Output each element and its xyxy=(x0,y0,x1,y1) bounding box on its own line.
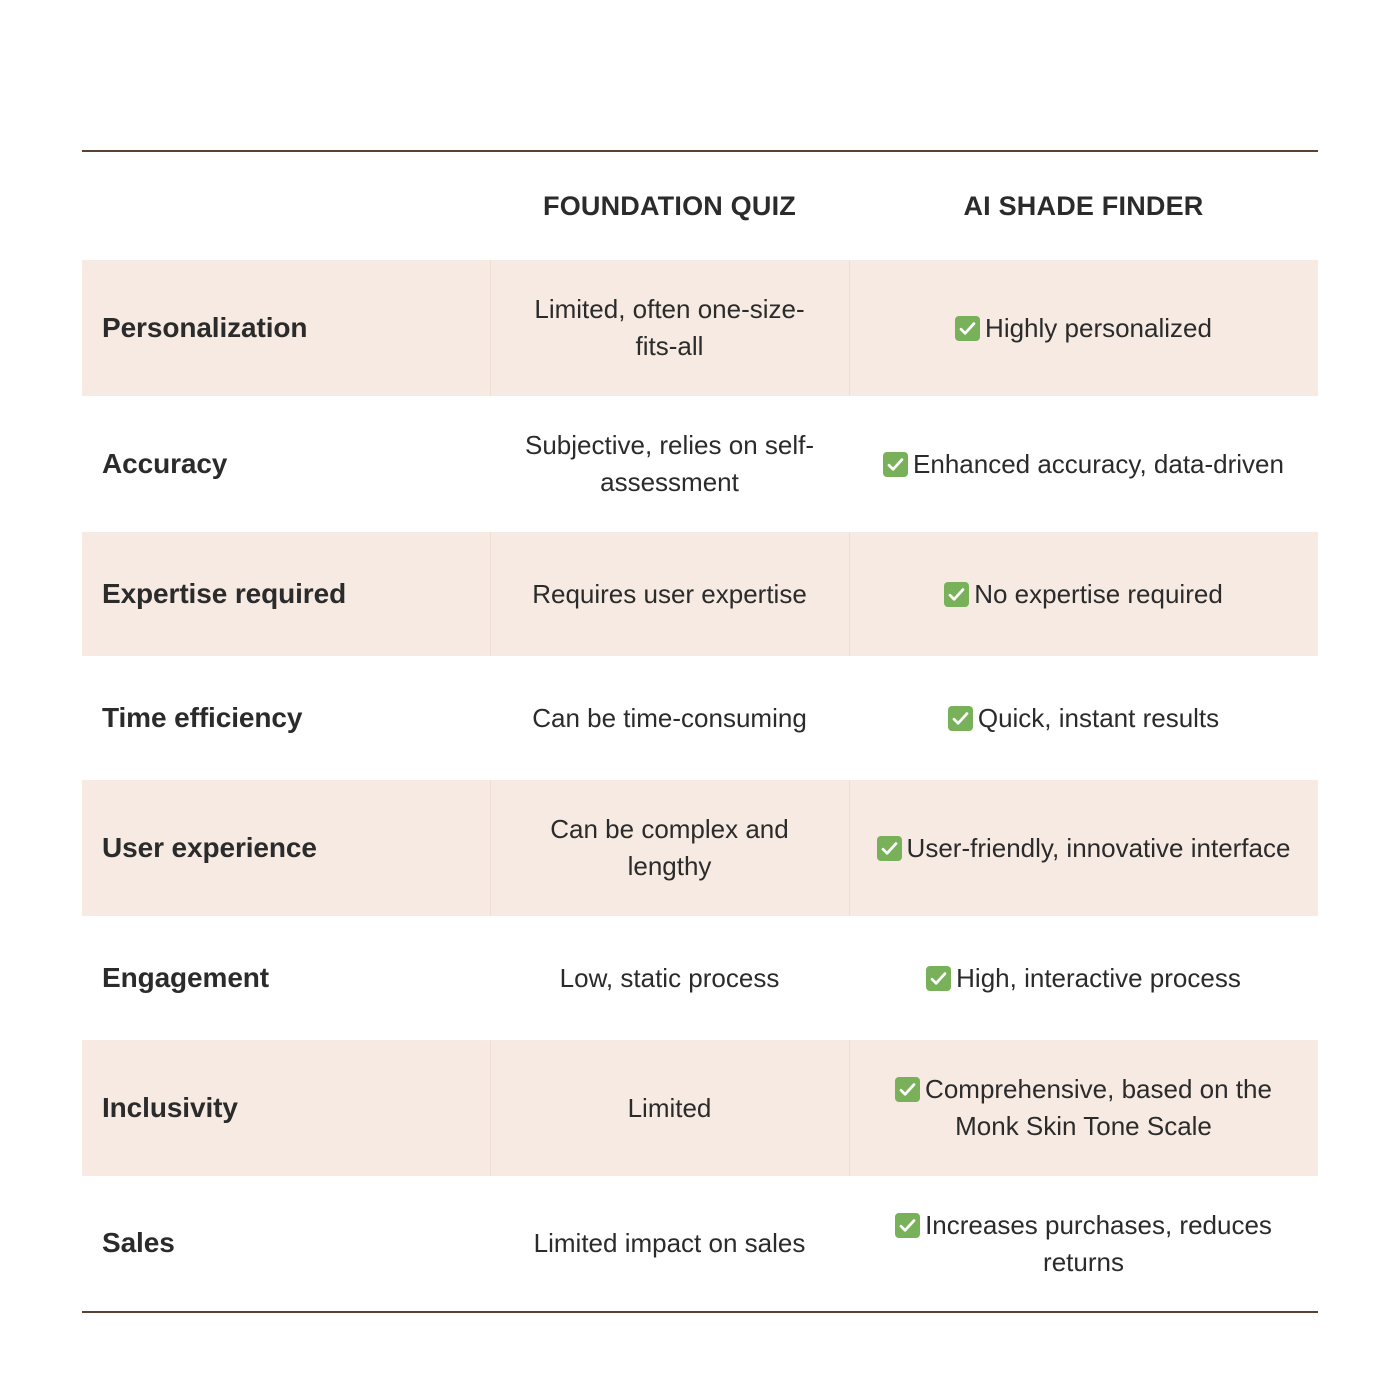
table-row: Time efficiency Can be time-consuming Quic… xyxy=(82,656,1318,780)
ai-value-text: User-friendly, innovative interface xyxy=(906,832,1291,863)
ai-value-text: High, interactive process xyxy=(956,962,1241,993)
check-mark-button-icon xyxy=(955,315,981,341)
ai-shade-finder-value: Highly personalized xyxy=(849,260,1318,396)
table-row: Engagement Low, static process High, inter… xyxy=(82,916,1318,1040)
foundation-quiz-value: Can be complex and lengthy xyxy=(490,780,849,916)
header-row: FOUNDATION QUIZ AI SHADE FINDER xyxy=(82,151,1318,260)
header-ai-shade-finder: AI SHADE FINDER xyxy=(849,151,1318,260)
foundation-quiz-value: Limited impact on sales xyxy=(490,1176,849,1312)
foundation-quiz-value: Limited xyxy=(490,1040,849,1176)
header-feature-column xyxy=(82,151,490,260)
ai-shade-finder-value: Comprehensive, based on the Monk Skin To… xyxy=(849,1040,1318,1176)
check-mark-button-icon xyxy=(926,965,952,991)
foundation-quiz-vs-ai-shade-finder-table: FOUNDATION QUIZ AI SHADE FINDER Personal… xyxy=(82,150,1318,1313)
check-mark-button-icon xyxy=(895,1212,921,1238)
foundation-quiz-value: Low, static process xyxy=(490,916,849,1040)
table-row: Expertise required Requires user expertis… xyxy=(82,532,1318,656)
feature-label: User experience xyxy=(82,780,490,916)
table-row: User experience Can be complex and length… xyxy=(82,780,1318,916)
check-mark-button-icon xyxy=(947,705,973,731)
table-body: Personalization Limited, often one-size-f… xyxy=(82,260,1318,1312)
comparison-table-page: FOUNDATION QUIZ AI SHADE FINDER Personal… xyxy=(0,0,1400,1400)
ai-value-text: Comprehensive, based on the Monk Skin To… xyxy=(925,1074,1272,1141)
ai-shade-finder-value: High, interactive process xyxy=(849,916,1318,1040)
ai-shade-finder-value: Quick, instant results xyxy=(849,656,1318,780)
ai-value-text: Quick, instant results xyxy=(977,702,1220,733)
table-row: Sales Limited impact on sales Increases pu… xyxy=(82,1176,1318,1312)
ai-shade-finder-value: Enhanced accuracy, data-driven xyxy=(849,396,1318,532)
table-row: Personalization Limited, often one-size-f… xyxy=(82,260,1318,396)
feature-label: Time efficiency xyxy=(82,656,490,780)
ai-shade-finder-value: No expertise required xyxy=(849,532,1318,656)
header-foundation-quiz: FOUNDATION QUIZ xyxy=(490,151,849,260)
foundation-quiz-value: Subjective, relies on self-assessment xyxy=(490,396,849,532)
ai-value-text: No expertise required xyxy=(974,578,1223,609)
check-mark-button-icon xyxy=(876,835,902,861)
foundation-quiz-value: Limited, often one-size-fits-all xyxy=(490,260,849,396)
check-mark-button-icon xyxy=(895,1077,921,1103)
feature-label: Engagement xyxy=(82,916,490,1040)
feature-label: Inclusivity xyxy=(82,1040,490,1176)
check-mark-button-icon xyxy=(944,581,970,607)
feature-label: Expertise required xyxy=(82,532,490,656)
feature-label: Personalization xyxy=(82,260,490,396)
ai-value-text: Enhanced accuracy, data-driven xyxy=(913,448,1284,479)
feature-label: Accuracy xyxy=(82,396,490,532)
foundation-quiz-value: Requires user expertise xyxy=(490,532,849,656)
table-container: FOUNDATION QUIZ AI SHADE FINDER Personal… xyxy=(82,150,1318,1313)
table-header: FOUNDATION QUIZ AI SHADE FINDER xyxy=(82,151,1318,260)
ai-shade-finder-value: Increases purchases, reduces returns xyxy=(849,1176,1318,1312)
foundation-quiz-value: Can be time-consuming xyxy=(490,656,849,780)
table-row: Inclusivity Limited Comprehensive, based o… xyxy=(82,1040,1318,1176)
table-row: Accuracy Subjective, relies on self-asses… xyxy=(82,396,1318,532)
ai-value-text: Highly personalized xyxy=(985,312,1212,343)
feature-label: Sales xyxy=(82,1176,490,1312)
check-mark-button-icon xyxy=(883,451,909,477)
ai-shade-finder-value: User-friendly, innovative interface xyxy=(849,780,1318,916)
ai-value-text: Increases purchases, reduces returns xyxy=(925,1209,1272,1277)
